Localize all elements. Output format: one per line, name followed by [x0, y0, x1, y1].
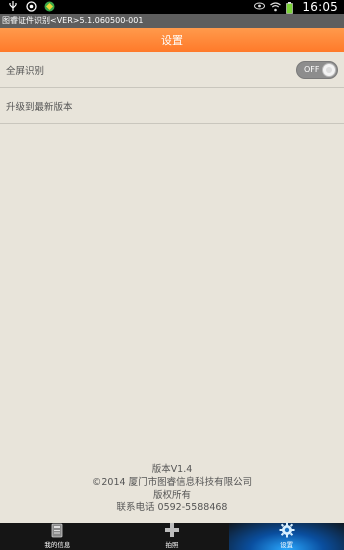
nav-item-settings[interactable]: 设置 [229, 522, 344, 550]
eye-icon [254, 2, 266, 12]
status-left-icons [8, 1, 55, 12]
contact-text: 联系电话 0592-5588468 [116, 502, 228, 514]
status-bar: 16:05 [0, 0, 344, 14]
battery-icon [286, 2, 296, 14]
copyright-text: ©2014 厦门市图睿信息科技有限公司 [91, 476, 253, 488]
version-text: 版本V1.4 [151, 464, 193, 475]
bottom-nav: 我的信息 拍照 设置 [0, 522, 344, 550]
upgrade-label: 升级到最新版本 [6, 101, 73, 113]
plus-icon [164, 522, 180, 538]
wifi-icon [270, 2, 282, 12]
page-header: 设置 [0, 28, 344, 52]
toggle-state-label: OFF [304, 64, 320, 74]
usb-icon [8, 1, 18, 11]
app-icon [44, 1, 55, 12]
fullscreen-recognition-label: 全屏识别 [6, 65, 45, 77]
fullscreen-recognition-row[interactable]: 全屏识别 OFF [0, 52, 344, 88]
status-right-icons: 16:05 [254, 0, 338, 14]
nav-label-settings: 设置 [280, 541, 294, 549]
settings-list: 全屏识别 OFF 升级到最新版本 [0, 52, 344, 124]
status-time: 16:05 [302, 0, 338, 14]
sync-icon [26, 1, 37, 12]
nav-item-photo[interactable]: 拍照 [115, 523, 230, 550]
nav-label-photo: 拍照 [165, 541, 179, 549]
nav-label-my-info: 我的信息 [44, 541, 71, 549]
page-title: 设置 [161, 34, 183, 47]
fullscreen-toggle[interactable]: OFF [296, 60, 338, 79]
id-card-icon [49, 522, 65, 538]
gear-icon [279, 522, 295, 538]
toggle-knob [322, 62, 336, 77]
nav-item-my-info[interactable]: 我的信息 [0, 523, 115, 550]
upgrade-row[interactable]: 升级到最新版本 [0, 88, 344, 124]
window-title: 图睿证件识别<VER>5.1.060500-001 [0, 14, 344, 28]
footer-info: 版本V1.4 ©2014 厦门市图睿信息科技有限公司 版权所有 联系电话 059… [0, 464, 344, 515]
rights-text: 版权所有 [152, 489, 191, 501]
